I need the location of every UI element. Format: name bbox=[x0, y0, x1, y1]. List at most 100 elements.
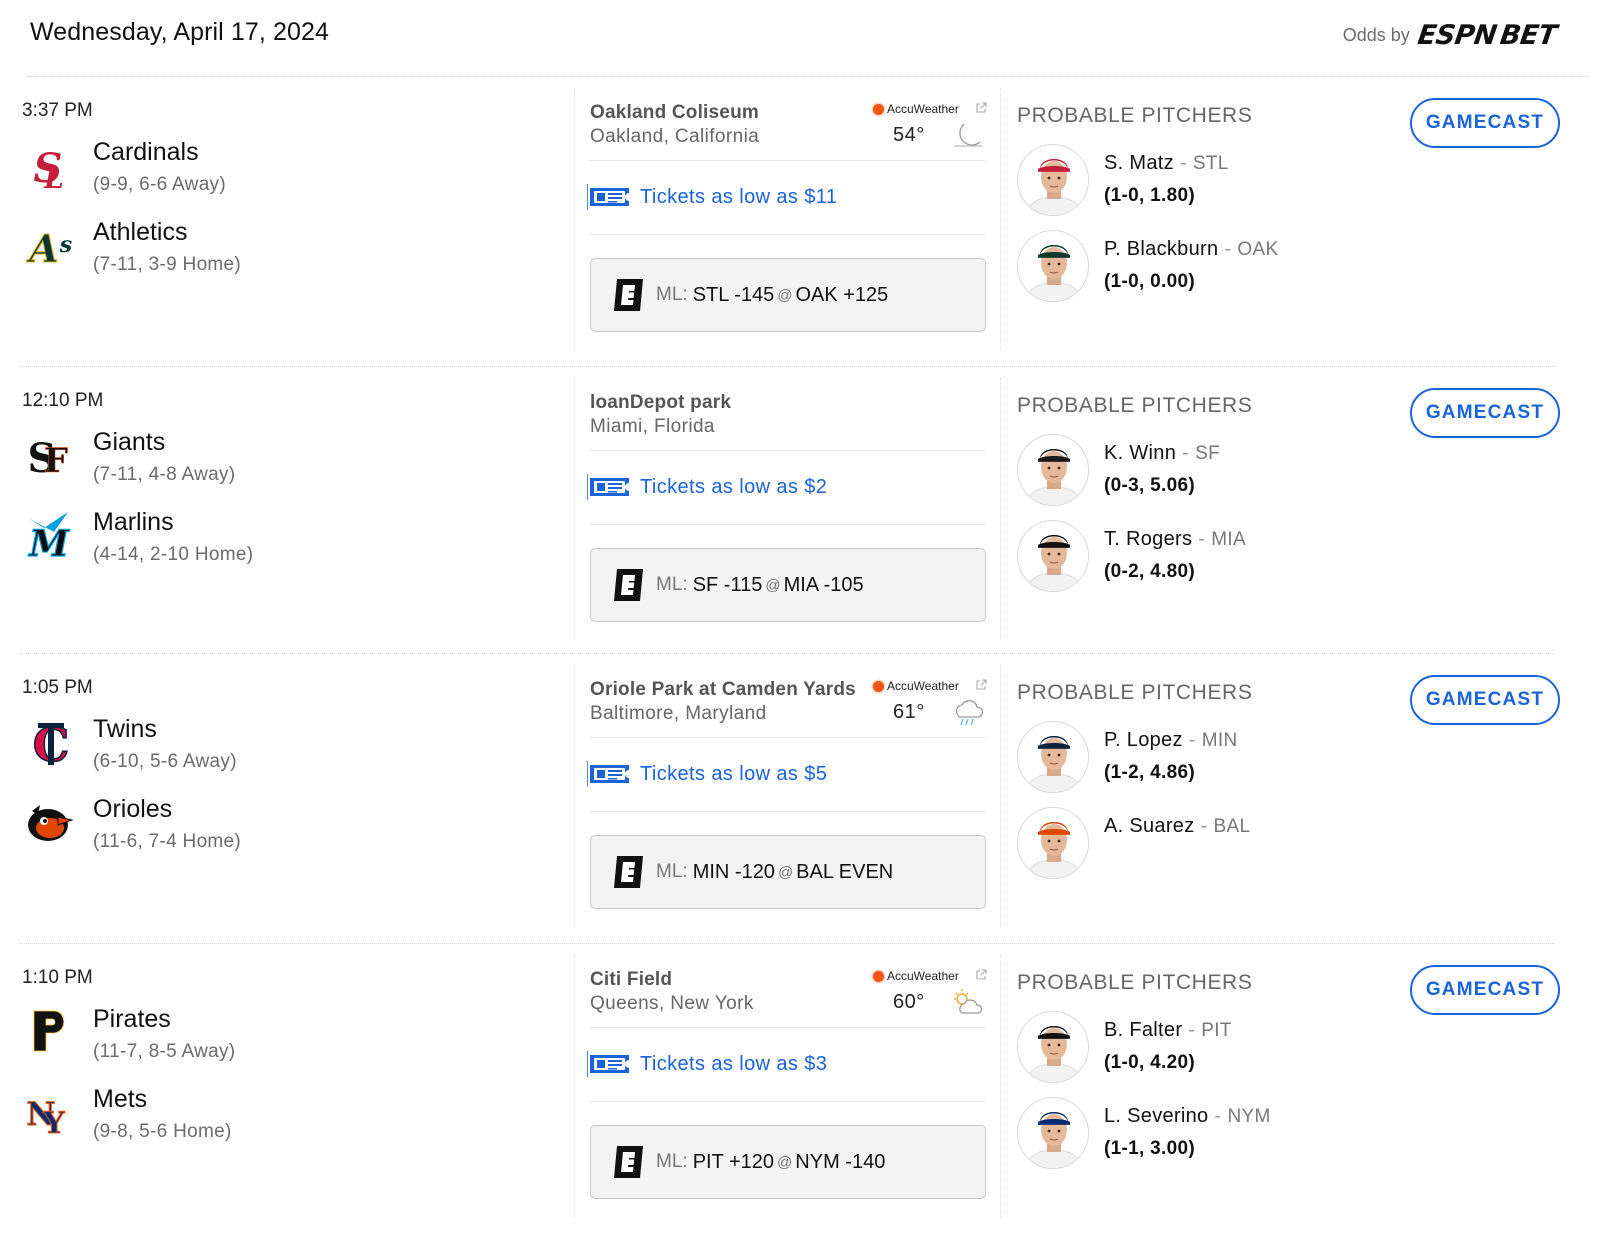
game-divider bbox=[20, 366, 1555, 367]
pitcher-headshot[interactable] bbox=[1017, 434, 1089, 506]
pitcher-name[interactable]: A. Suarez bbox=[1104, 815, 1195, 837]
away-team-name[interactable]: Cardinals bbox=[93, 138, 199, 167]
away-pitcher[interactable]: K. Winn - SF (0-3, 5.06) bbox=[1017, 434, 1577, 506]
divider bbox=[590, 737, 985, 738]
pitcher-team: PIT bbox=[1201, 1020, 1232, 1041]
game-time: 1:10 PM bbox=[22, 967, 93, 988]
away-pitcher[interactable]: S. Matz - STL (1-0, 1.80) bbox=[1017, 144, 1577, 216]
column-divider bbox=[574, 88, 575, 350]
home-team[interactable]: Orioles (11-6, 7-4 Home) bbox=[22, 795, 542, 865]
pitcher-name-line[interactable]: P. Lopez - MIN bbox=[1104, 729, 1237, 752]
external-link-icon[interactable] bbox=[975, 969, 987, 981]
moon-icon bbox=[954, 123, 982, 147]
tickets-price-label[interactable]: Tickets as low as $3 bbox=[640, 1053, 827, 1076]
accuweather-sun-icon bbox=[873, 103, 884, 115]
divider bbox=[590, 450, 985, 451]
pitcher-name[interactable]: B. Falter bbox=[1104, 1019, 1182, 1041]
moneyline-label: ML: bbox=[656, 574, 688, 595]
pitcher-name-line[interactable]: S. Matz - STL bbox=[1104, 152, 1229, 175]
tickets-price-label[interactable]: Tickets as low as $5 bbox=[640, 763, 827, 786]
pitcher-stats: (1-1, 3.00) bbox=[1104, 1138, 1195, 1159]
home-team[interactable]: As Athletics (7-11, 3-9 Home) bbox=[22, 218, 542, 288]
home-team-name[interactable]: Marlins bbox=[93, 508, 174, 537]
home-team-name[interactable]: Orioles bbox=[93, 795, 172, 824]
away-moneyline: STL -145 bbox=[692, 283, 775, 306]
pitcher-name[interactable]: P. Lopez bbox=[1104, 729, 1183, 751]
espn-bet-logo[interactable]: ESPN BET bbox=[1416, 20, 1559, 51]
pitcher-headshot[interactable] bbox=[1017, 807, 1089, 879]
column-divider bbox=[1000, 378, 1001, 640]
away-team[interactable]: C Twins (6-10, 5-6 Away) bbox=[22, 715, 542, 785]
pitcher-name[interactable]: P. Blackburn bbox=[1104, 238, 1218, 260]
home-team[interactable]: M Marlins (4-14, 2-10 Home) bbox=[22, 508, 542, 578]
home-team-name[interactable]: Athletics bbox=[93, 218, 187, 247]
pitcher-team: SF bbox=[1195, 443, 1220, 464]
away-team[interactable]: Pirates (11-7, 8-5 Away) bbox=[22, 1005, 542, 1075]
tickets-link[interactable]: Tickets as low as $2 bbox=[587, 474, 827, 500]
away-team-name[interactable]: Twins bbox=[93, 715, 157, 744]
venue-name: loanDepot park bbox=[590, 392, 732, 413]
home-pitcher[interactable]: L. Severino - NYM (1-1, 3.00) bbox=[1017, 1097, 1577, 1169]
pitcher-name[interactable]: K. Winn bbox=[1104, 442, 1176, 464]
weather-widget[interactable]: AccuWeather 60° bbox=[865, 967, 987, 1027]
external-link-icon[interactable] bbox=[975, 102, 987, 114]
svg-text:Y: Y bbox=[42, 1106, 65, 1139]
pitcher-name[interactable]: L. Severino bbox=[1104, 1105, 1208, 1127]
gamecast-button[interactable]: GAMECAST bbox=[1410, 388, 1560, 438]
pitcher-name-line[interactable]: A. Suarez - BAL bbox=[1104, 815, 1250, 838]
pitcher-headshot[interactable] bbox=[1017, 230, 1089, 302]
home-pitcher[interactable]: T. Rogers - MIA (0-2, 4.80) bbox=[1017, 520, 1577, 592]
pitcher-name-line[interactable]: K. Winn - SF bbox=[1104, 442, 1220, 465]
pitcher-separator: - bbox=[1200, 815, 1208, 837]
home-team-name[interactable]: Mets bbox=[93, 1085, 147, 1114]
game-divider bbox=[20, 653, 1555, 654]
pitcher-name-line[interactable]: L. Severino - NYM bbox=[1104, 1105, 1271, 1128]
pitcher-name[interactable]: S. Matz bbox=[1104, 152, 1174, 174]
tickets-link[interactable]: Tickets as low as $11 bbox=[587, 184, 837, 210]
column-divider bbox=[1000, 88, 1001, 350]
moneyline-odds-button[interactable]: ML: MIN -120 @ BAL EVEN bbox=[590, 835, 986, 909]
pitcher-headshot[interactable] bbox=[1017, 1011, 1089, 1083]
at-symbol: @ bbox=[777, 863, 794, 881]
moneyline-label: ML: bbox=[656, 861, 688, 882]
game-row-4: 1:10 PM Pirates (11-7, 8-5 Away) NY Mets… bbox=[0, 945, 1600, 1235]
pitcher-headshot[interactable] bbox=[1017, 1097, 1089, 1169]
weather-widget[interactable]: AccuWeather 54° bbox=[865, 100, 987, 160]
tickets-link[interactable]: Tickets as low as $3 bbox=[587, 1051, 827, 1077]
tickets-link[interactable]: Tickets as low as $5 bbox=[587, 761, 827, 787]
away-team-name[interactable]: Giants bbox=[93, 428, 165, 457]
home-pitcher[interactable]: P. Blackburn - OAK (1-0, 0.00) bbox=[1017, 230, 1577, 302]
away-team[interactable]: SL Cardinals (9-9, 6-6 Away) bbox=[22, 138, 542, 208]
gamecast-button[interactable]: GAMECAST bbox=[1410, 965, 1560, 1015]
pitcher-name-line[interactable]: P. Blackburn - OAK bbox=[1104, 238, 1278, 261]
external-link-icon[interactable] bbox=[975, 679, 987, 691]
away-pitcher[interactable]: P. Lopez - MIN (1-2, 4.86) bbox=[1017, 721, 1577, 793]
pitcher-headshot[interactable] bbox=[1017, 520, 1089, 592]
accuweather-label: AccuWeather bbox=[887, 969, 959, 983]
pitcher-name[interactable]: T. Rogers bbox=[1104, 528, 1192, 550]
tickets-price-label[interactable]: Tickets as low as $11 bbox=[640, 186, 837, 209]
gamecast-button[interactable]: GAMECAST bbox=[1410, 98, 1560, 148]
moneyline-odds-button[interactable]: ML: PIT +120 @ NYM -140 bbox=[590, 1125, 986, 1199]
away-team-name[interactable]: Pirates bbox=[93, 1005, 171, 1034]
pitcher-headshot[interactable] bbox=[1017, 721, 1089, 793]
away-moneyline: SF -115 bbox=[692, 573, 763, 596]
ticket-icon bbox=[587, 1051, 629, 1077]
venue-city: Miami, Florida bbox=[590, 416, 715, 437]
moneyline-odds-button[interactable]: ML: STL -145 @ OAK +125 bbox=[590, 258, 986, 332]
tickets-price-label[interactable]: Tickets as low as $2 bbox=[640, 476, 827, 499]
home-pitcher[interactable]: A. Suarez - BAL bbox=[1017, 807, 1577, 879]
column-divider bbox=[1000, 955, 1001, 1217]
pitcher-headshot[interactable] bbox=[1017, 144, 1089, 216]
away-team[interactable]: SF Giants (7-11, 4-8 Away) bbox=[22, 428, 542, 498]
home-team[interactable]: NY Mets (9-8, 5-6 Home) bbox=[22, 1085, 542, 1155]
pitcher-name-line[interactable]: B. Falter - PIT bbox=[1104, 1019, 1232, 1042]
game-time: 3:37 PM bbox=[22, 100, 93, 121]
pitcher-separator: - bbox=[1188, 729, 1196, 751]
moneyline-odds-button[interactable]: ML: SF -115 @ MIA -105 bbox=[590, 548, 986, 622]
away-pitcher[interactable]: B. Falter - PIT (1-0, 4.20) bbox=[1017, 1011, 1577, 1083]
gamecast-button[interactable]: GAMECAST bbox=[1410, 675, 1560, 725]
weather-widget[interactable]: AccuWeather 61° bbox=[865, 677, 987, 737]
column-divider bbox=[1000, 665, 1001, 927]
pitcher-name-line[interactable]: T. Rogers - MIA bbox=[1104, 528, 1246, 551]
